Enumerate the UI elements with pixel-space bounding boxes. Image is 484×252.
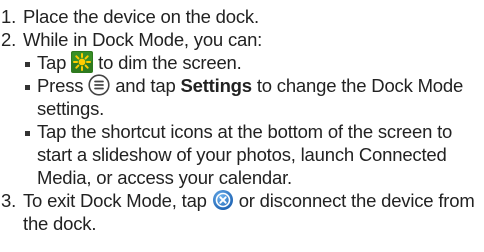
settings-label: Settings (180, 75, 252, 96)
step-number: 3. (1, 190, 17, 211)
bullet-dim-screen: Tap to dim the screen. (1, 51, 484, 74)
exit-dock-icon (212, 190, 233, 210)
bullet-marker (25, 62, 30, 67)
bullet-settings: Press and tap Settings to change the Doc… (1, 74, 484, 120)
step-text-before: To exit Dock Mode, tap (23, 190, 207, 211)
step-text: Place the device on the dock. (23, 6, 259, 27)
bullet-shortcuts: Tap the shortcut icons at the bottom of … (1, 120, 484, 189)
bullet-text-before: Tap (37, 52, 67, 73)
bullet-text-after: to dim the screen. (98, 52, 242, 73)
step-number: 2. (1, 29, 17, 50)
step-number: 1. (1, 6, 17, 27)
bullet-text: Tap the shortcut icons at the bottom of … (37, 121, 453, 188)
step-text: To exit Dock Mode, tap or disconnect the… (23, 189, 484, 235)
bullet-text-before: Press (37, 75, 84, 96)
bullet-text-middle: and tap (115, 75, 176, 96)
step-2: 2. While in Dock Mode, you can: (1, 28, 484, 51)
menu-key-icon (88, 74, 110, 96)
step-1: 1. Place the device on the dock. (1, 5, 484, 28)
bullet-marker (25, 131, 30, 136)
step-3: 3. To exit Dock Mode, tap or disconnect … (1, 189, 484, 235)
bullet-marker (25, 85, 30, 90)
instructions: 1. Place the device on the dock. 2. Whil… (0, 0, 484, 235)
step-text: While in Dock Mode, you can: (23, 29, 263, 50)
brightness-icon (71, 51, 94, 73)
